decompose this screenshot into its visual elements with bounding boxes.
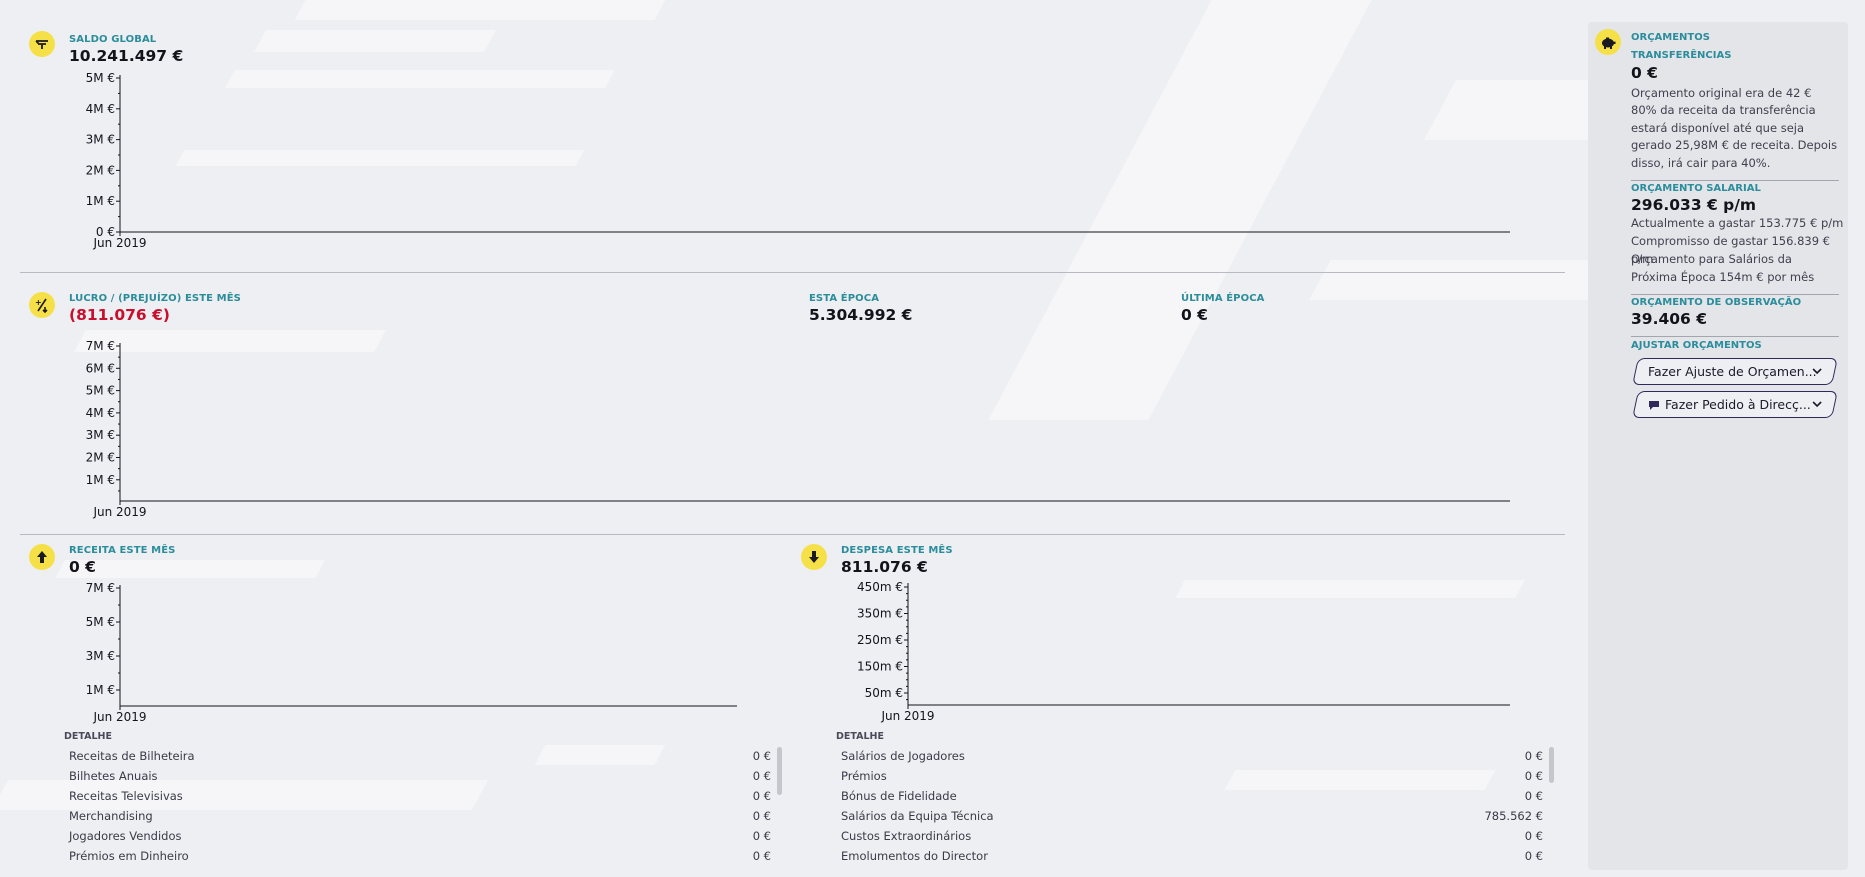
detail-row-name: Prémios — [841, 769, 887, 783]
y-tick-label: 250m € — [857, 633, 903, 647]
despesa-chart: 450m € 350m € 250m € 150m € 50m € Jun 2019 — [857, 580, 1510, 723]
despesa-scrollbar[interactable] — [1549, 747, 1554, 783]
detail-row[interactable]: Custos Extraordinários 0 € — [841, 829, 1543, 843]
sidebar-divider — [1631, 180, 1839, 181]
despesa-detail-header: DETALHE — [836, 731, 884, 742]
scouting-budget-label: ORÇAMENTO DE OBSERVAÇÃO — [1631, 297, 1802, 308]
transfer-budget-value: 0 € — [1631, 64, 1658, 82]
detail-row-name: Salários da Equipa Técnica — [841, 809, 994, 823]
detail-row-value: 0 € — [1524, 749, 1543, 763]
transfer-original-text: Orçamento original era de 42 € — [1631, 86, 1812, 100]
detail-row[interactable]: Bónus de Fidelidade 0 € — [841, 789, 1543, 803]
budgets-sidebar: ORÇAMENTOS TRANSFERÊNCIAS 0 € Orçamento … — [1588, 22, 1848, 870]
board-request-label: Fazer Pedido à Direcç... — [1665, 397, 1811, 412]
detail-row[interactable]: Emolumentos do Director 0 € — [841, 849, 1543, 863]
detail-row-name: Salários de Jogadores — [841, 749, 965, 763]
budgets-title: ORÇAMENTOS — [1631, 32, 1710, 43]
detail-row-value: 0 € — [1524, 789, 1543, 803]
salary-next-season-text: Orçamento para Salários da Próxima Época… — [1631, 252, 1815, 284]
detail-row-value: 0 € — [1524, 769, 1543, 783]
detail-row-value: 785.562 € — [1484, 809, 1543, 823]
salary-budget-value: 296.033 € p/m — [1631, 196, 1757, 214]
scouting-budget-value: 39.406 € — [1631, 310, 1707, 328]
despesa-panel: DESPESA ESTE MÊS 811.076 € 450m €350m €2… — [0, 0, 1570, 877]
budget-adjust-label: Fazer Ajuste de Orçamen... — [1648, 364, 1817, 379]
detail-row[interactable]: Prémios 0 € — [841, 769, 1543, 783]
board-request-dropdown[interactable]: Fazer Pedido à Direcç... — [1632, 391, 1838, 418]
detail-row-name: Emolumentos do Director — [841, 849, 988, 863]
detail-row-name: Custos Extraordinários — [841, 829, 972, 843]
detail-row[interactable]: Salários da Equipa Técnica 785.562 € — [841, 809, 1543, 823]
salary-budget-label: ORÇAMENTO SALARIAL — [1631, 183, 1761, 194]
chevron-down-icon — [1812, 368, 1822, 375]
transfer-revenue-text: 80% da receita da transferência estará d… — [1631, 103, 1838, 170]
y-tick-label: 50m € — [865, 686, 903, 700]
detail-row-value: 0 € — [1524, 829, 1543, 843]
salary-current-text: Actualmente a gastar 153.775 € p/m — [1631, 216, 1844, 230]
chevron-down-icon — [1812, 401, 1822, 408]
y-tick-label: 450m € — [857, 580, 903, 594]
sidebar-divider — [1631, 336, 1839, 337]
y-tick-label: 150m € — [857, 660, 903, 674]
detail-row-name: Bónus de Fidelidade — [841, 789, 957, 803]
sidebar-divider — [1631, 294, 1839, 295]
adjust-budgets-label: AJUSTAR ORÇAMENTOS — [1631, 340, 1762, 351]
detail-row[interactable]: Salários de Jogadores 0 € — [841, 749, 1543, 763]
transfer-budget-label: TRANSFERÊNCIAS — [1631, 50, 1732, 61]
piggy-bank-icon — [1595, 29, 1621, 55]
detail-row-value: 0 € — [1524, 849, 1543, 863]
budget-adjust-dropdown[interactable]: Fazer Ajuste de Orçamen... — [1632, 358, 1838, 385]
y-tick-label: 350m € — [857, 607, 903, 621]
x-tick-label: Jun 2019 — [880, 709, 934, 723]
speech-bubble-icon — [1649, 400, 1659, 410]
